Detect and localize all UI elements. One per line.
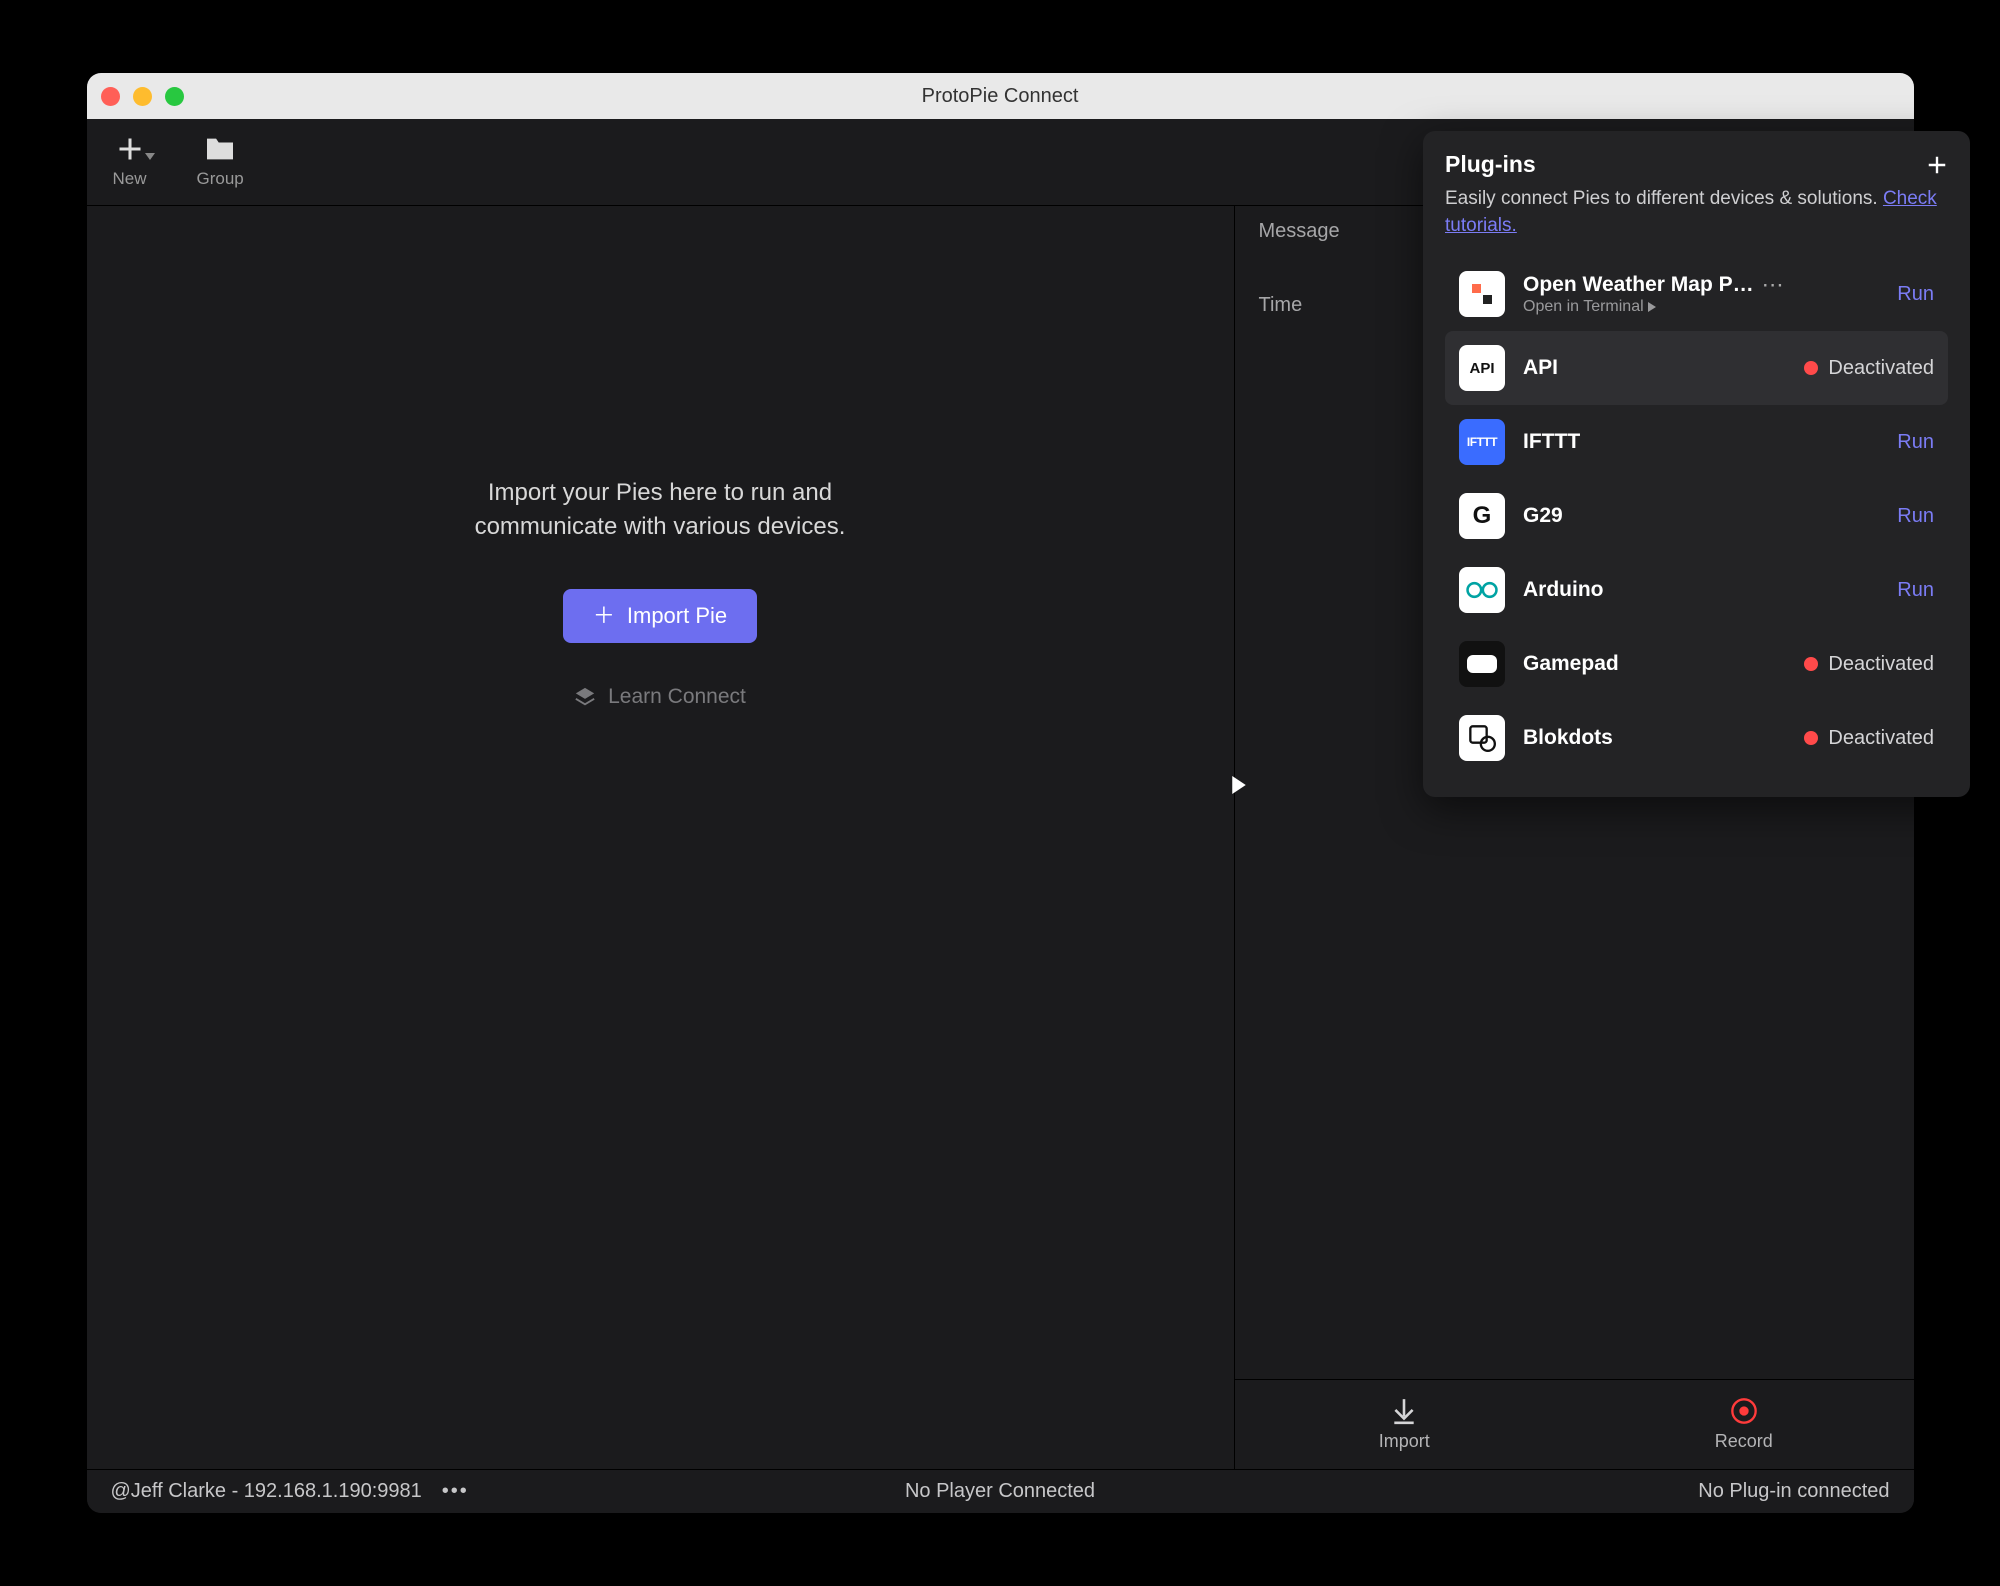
plugin-name: IFTTT — [1523, 430, 1580, 454]
import-pie-label: Import Pie — [627, 603, 727, 629]
plugin-name: API — [1523, 356, 1558, 380]
app-window: ProtoPie Connect New Group — [87, 73, 1914, 1513]
titlebar: ProtoPie Connect — [87, 73, 1914, 119]
record-action-label: Record — [1715, 1431, 1773, 1452]
plugin-name: Gamepad — [1523, 652, 1619, 676]
import-action-button[interactable]: Import — [1235, 1380, 1575, 1469]
plus-icon — [113, 135, 147, 163]
plugin-name: Arduino — [1523, 578, 1603, 602]
new-label: New — [113, 169, 147, 189]
collapse-handle[interactable] — [1232, 776, 1246, 794]
plugin-icon — [1459, 271, 1505, 317]
learn-connect-label: Learn Connect — [608, 685, 746, 709]
plugin-row[interactable]: Open Weather Map P… ⋯ Open in Terminal R… — [1445, 257, 1914, 331]
plugin-row[interactable]: IFTTT IFTTT Run — [1445, 405, 1914, 479]
plugin-icon — [1459, 567, 1505, 613]
status-player: No Player Connected — [905, 1480, 1095, 1503]
right-action-bar: Import Record — [1235, 1379, 1914, 1469]
plugin-name: G29 — [1523, 504, 1563, 528]
maximize-window-button[interactable] — [165, 87, 184, 106]
import-action-label: Import — [1379, 1431, 1430, 1452]
plugin-run-button[interactable]: Run — [1897, 431, 1913, 454]
plugin-icon — [1459, 715, 1505, 761]
plugin-row[interactable]: Gamepad Deactivated — [1445, 627, 1914, 701]
plugin-icon: G — [1459, 493, 1505, 539]
record-icon — [1730, 1397, 1758, 1425]
plugin-more-button[interactable]: ⋯ — [1762, 272, 1784, 298]
plugin-run-button[interactable]: Run — [1897, 505, 1913, 528]
group-label: Group — [197, 169, 244, 189]
new-button[interactable]: New — [113, 135, 147, 189]
status-dot-icon — [1804, 361, 1818, 375]
plugin-row[interactable]: G G29 Run — [1445, 479, 1914, 553]
minimize-window-button[interactable] — [133, 87, 152, 106]
left-pane: Import your Pies here to run and communi… — [87, 206, 1234, 1469]
download-icon — [1391, 1397, 1417, 1425]
plugin-list: Open Weather Map P… ⋯ Open in Terminal R… — [1445, 257, 1914, 775]
plugin-subline[interactable]: Open in Terminal — [1523, 298, 1826, 316]
plugins-title: Plug-ins — [1445, 151, 1536, 178]
status-dot-icon — [1804, 731, 1818, 745]
status-plugin: No Plug-in connected — [1698, 1480, 1889, 1503]
plugin-row[interactable]: API API Deactivated — [1445, 331, 1914, 405]
learn-connect-link[interactable]: Learn Connect — [574, 685, 746, 709]
plugin-row[interactable]: Blokdots Deactivated — [1445, 701, 1914, 775]
plugin-name: Open Weather Map P… — [1523, 273, 1754, 297]
plugin-status-label: Deactivated — [1828, 727, 1913, 750]
empty-state-text: Import your Pies here to run and communi… — [475, 476, 846, 543]
plugin-name: Blokdots — [1523, 726, 1613, 750]
status-menu-button[interactable]: ••• — [442, 1480, 469, 1503]
record-action-button[interactable]: Record — [1574, 1380, 1914, 1469]
import-pie-button[interactable]: ＋ Import Pie — [563, 589, 757, 643]
plugin-status-label: Deactivated — [1828, 653, 1913, 676]
close-window-button[interactable] — [101, 87, 120, 106]
plus-icon: ＋ — [593, 605, 615, 627]
statusbar: @Jeff Clarke - 192.168.1.190:9981 ••• No… — [87, 1469, 1914, 1513]
plugin-status-label: Deactivated — [1828, 357, 1913, 380]
plugins-subtitle: Easily connect Pies to different devices… — [1445, 186, 1914, 239]
status-user-address: @Jeff Clarke - 192.168.1.190:9981 — [111, 1480, 422, 1503]
plugins-panel: Plug-ins Easily connect Pies to differen… — [1423, 131, 1914, 797]
folder-icon — [203, 135, 237, 163]
plugin-run-button[interactable]: Run — [1897, 283, 1913, 306]
group-button[interactable]: Group — [197, 135, 244, 189]
window-title: ProtoPie Connect — [922, 85, 1079, 108]
status-dot-icon — [1804, 657, 1818, 671]
empty-line-2: communicate with various devices. — [475, 510, 846, 544]
layers-icon — [574, 686, 596, 708]
plugin-row[interactable]: Arduino Run — [1445, 553, 1914, 627]
plugin-run-button[interactable]: Run — [1897, 579, 1913, 602]
plugin-icon: API — [1459, 345, 1505, 391]
plugins-sub-text: Easily connect Pies to different devices… — [1445, 188, 1883, 209]
empty-line-1: Import your Pies here to run and — [475, 476, 846, 510]
traffic-lights — [101, 87, 184, 106]
